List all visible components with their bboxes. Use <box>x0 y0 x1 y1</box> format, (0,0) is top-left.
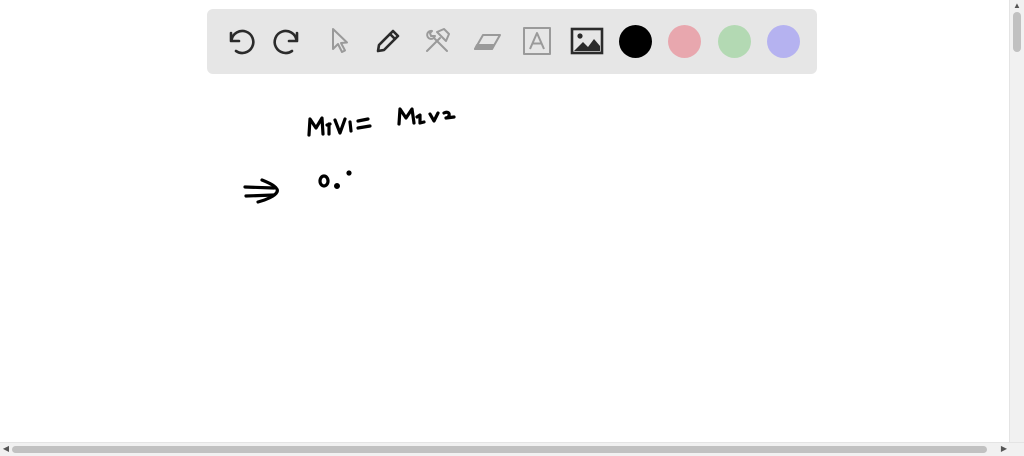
handwriting-layer <box>243 107 456 204</box>
scroll-right-arrow[interactable]: ▶ <box>999 444 1009 454</box>
scroll-up-arrow[interactable]: ▲ <box>1012 1 1022 11</box>
vertical-scroll-thumb[interactable] <box>1013 12 1021 52</box>
horizontal-scrollbar[interactable]: ◀ ▶ <box>0 442 1024 456</box>
handwritten-equation <box>307 107 456 137</box>
horizontal-scroll-thumb[interactable] <box>12 446 987 453</box>
vertical-scrollbar[interactable]: ▲ <box>1009 0 1024 443</box>
scroll-left-arrow[interactable]: ◀ <box>1 444 11 454</box>
handwritten-implication <box>243 170 352 204</box>
whiteboard-canvas[interactable] <box>0 0 1010 443</box>
